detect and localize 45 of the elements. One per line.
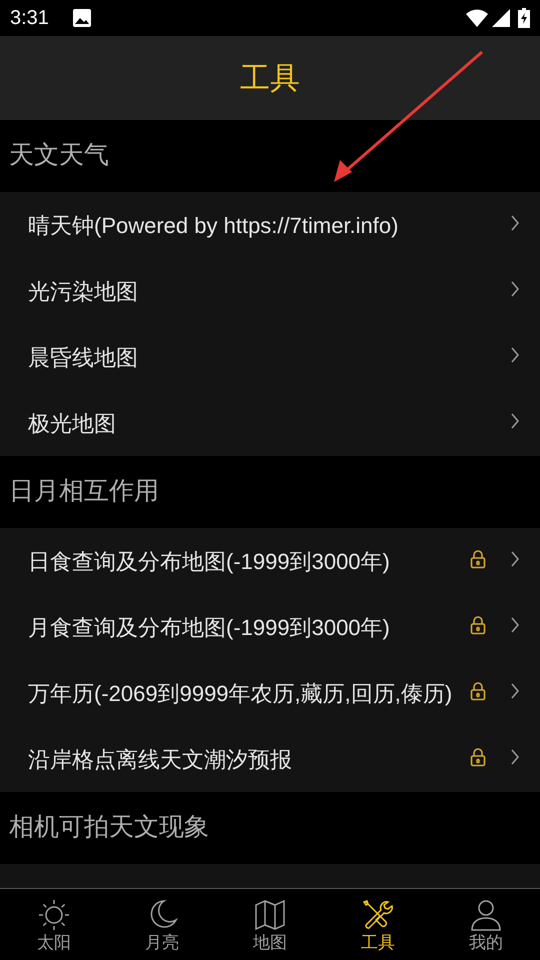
tool-list-item[interactable]: 晴天钟(Powered by https://7timer.info) [0, 192, 540, 258]
header-title: 工具 [240, 60, 300, 96]
item-label: 晨昏线地图 [28, 344, 138, 372]
item-label: 极光地图 [28, 410, 116, 438]
status-time: 3:31 [10, 6, 49, 31]
tool-list-item[interactable]: 日食查询及分布地图(-1999到3000年) [0, 528, 540, 594]
chevron-right-icon [510, 214, 520, 232]
item-label: 光污染地图 [28, 278, 138, 306]
nav-tab[interactable]: 工具 [324, 889, 432, 960]
image-icon [72, 9, 91, 27]
nav-tab[interactable]: 月亮 [108, 889, 216, 960]
item-label: 沿岸格点离线天文潮汐预报 [28, 746, 292, 774]
section-title: 天文天气 [9, 140, 109, 172]
item-label: 月食查询及分布地图(-1999到3000年) [28, 614, 390, 642]
item-label: 日食查询及分布地图(-1999到3000年) [28, 548, 390, 576]
tool-list-item[interactable]: 万年历(-2069到9999年农历,藏历,回历,傣历) [0, 660, 540, 726]
chevron-right-icon [510, 280, 520, 298]
chevron-right-icon [510, 682, 520, 700]
tool-list-item[interactable]: 晨昏线地图 [0, 324, 540, 390]
item-label: 万年历(-2069到9999年农历,藏历,回历,傣历) [28, 680, 452, 708]
sun-icon [36, 898, 72, 932]
lock-icon [470, 681, 486, 701]
section-title: 日月相互作用 [9, 476, 159, 508]
chevron-right-icon [510, 346, 520, 364]
chevron-right-icon [510, 412, 520, 430]
chevron-right-icon [510, 748, 520, 766]
lock-icon [470, 549, 486, 569]
tool-list-item[interactable]: 极光地图 [0, 390, 540, 456]
chevron-right-icon [510, 616, 520, 634]
signal-icon [492, 9, 510, 27]
battery-icon [518, 8, 530, 28]
chevron-right-icon [510, 550, 520, 568]
section-title: 相机可拍天文现象 [9, 812, 209, 844]
lock-icon [470, 747, 486, 767]
item-label: 晴天钟(Powered by https://7timer.info) [28, 212, 398, 240]
tool-list-item[interactable]: 沿岸格点离线天文潮汐预报 [0, 726, 540, 792]
nav-tab[interactable]: 我的 [432, 889, 540, 960]
tools-icon [360, 898, 396, 932]
tool-list-item[interactable]: 月食查询及分布地图(-1999到3000年) [0, 594, 540, 660]
partial-list-row[interactable] [0, 864, 540, 888]
nav-tab[interactable]: 太阳 [0, 889, 108, 960]
nav-tab[interactable]: 地图 [216, 889, 324, 960]
lock-icon [470, 615, 486, 635]
tool-list-item[interactable]: 光污染地图 [0, 258, 540, 324]
wifi-icon [466, 9, 488, 27]
